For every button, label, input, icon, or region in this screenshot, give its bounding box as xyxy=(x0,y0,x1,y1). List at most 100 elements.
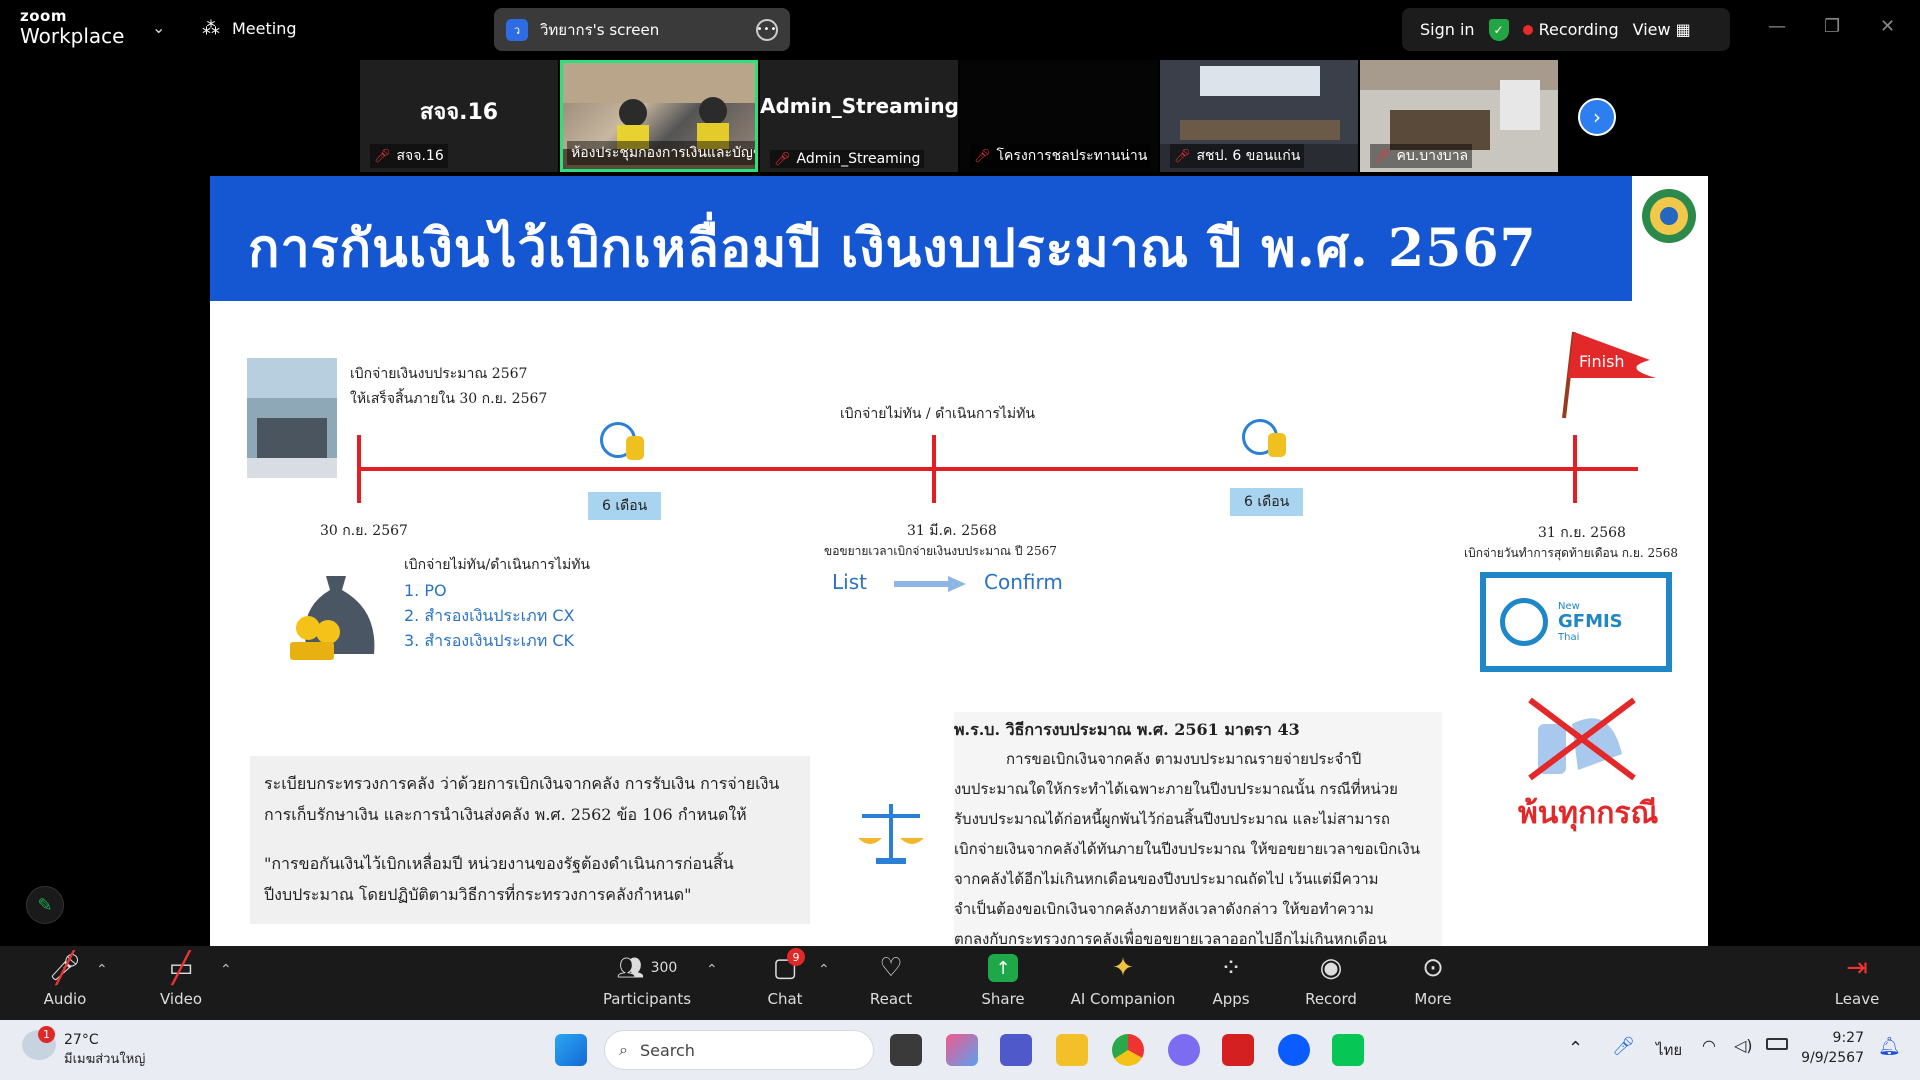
windows-start-icon[interactable] xyxy=(555,1034,587,1066)
finish-label: Finish xyxy=(1579,352,1625,371)
participant-tile[interactable]: 🎤︎ โครงการชลประทานน่าน xyxy=(960,60,1158,172)
logo-small-text: zoom xyxy=(20,7,67,25)
meeting-menu[interactable]: ⁂ Meeting xyxy=(202,18,297,39)
more-label: More xyxy=(1414,990,1452,1008)
participant-tile[interactable]: Admin_Streaming 🎤︎ Admin_Streaming xyxy=(760,60,958,172)
clock-widget[interactable]: 9:27 9/9/2567 xyxy=(1800,1028,1864,1068)
six-months-label: 6 เดือน xyxy=(1230,488,1304,516)
record-button[interactable]: ◉ Record xyxy=(1276,952,1386,1008)
view-button[interactable]: View ▦ xyxy=(1633,20,1691,39)
notification-bell-icon[interactable]: 🔔︎ xyxy=(1878,1036,1901,1057)
participants-count: 300 xyxy=(650,960,678,976)
timeline-subtext: ขอขยายเวลาเบิกจ่ายเงินงบประมาณ ปี 2567 xyxy=(824,544,1057,558)
timeline-date: 31 ก.ย. 2568 xyxy=(1538,525,1626,541)
finish-flag-icon xyxy=(1562,331,1656,419)
list-label: List xyxy=(832,570,867,594)
chevron-down-icon[interactable]: ⌄ xyxy=(152,18,165,37)
audio-options-chevron-icon[interactable]: ⌃ xyxy=(96,962,108,978)
screen-share-icon: ว xyxy=(506,18,528,41)
weather-condition: มีเมฆส่วนใหญ่ xyxy=(64,1052,146,1067)
wifi-icon[interactable]: ◠ xyxy=(1702,1036,1716,1055)
heart-icon: ♡ xyxy=(879,953,903,983)
gfmis-logo: New GFMIS Thai xyxy=(1480,572,1672,672)
zoom-app-icon[interactable] xyxy=(1278,1034,1310,1066)
zoom-logo: zoom Workplace xyxy=(20,7,124,47)
department-emblem-icon xyxy=(1642,189,1696,243)
shield-check-icon[interactable]: ✓ xyxy=(1488,18,1509,41)
recording-indicator[interactable]: Recording xyxy=(1522,20,1619,39)
pass-all-cases-label: พ้นทุกกรณี xyxy=(1518,796,1659,831)
participant-name-tag: 🎤︎ สชป. 6 ขอนแก่น xyxy=(1170,144,1305,168)
next-page-button[interactable]: › xyxy=(1578,98,1616,136)
sign-in-link[interactable]: Sign in xyxy=(1420,20,1475,39)
grid-icon: ▦ xyxy=(1675,20,1691,39)
timeline-tick xyxy=(932,435,936,503)
mic-muted-icon: 🎤︎ xyxy=(974,148,991,164)
file-explorer-icon[interactable] xyxy=(1056,1034,1088,1066)
microphone-icon[interactable]: 🎤︎ xyxy=(1612,1036,1635,1057)
share-label: Share xyxy=(981,990,1025,1008)
participant-tile[interactable]: 🎤︎ คบ.บางบาล xyxy=(1360,60,1558,172)
zoom-top-bar: zoom Workplace ⌄ ⁂ Meeting ว วิทยากร's s… xyxy=(0,0,1920,58)
chevron-up-icon[interactable]: ⌃ xyxy=(1568,1038,1583,1059)
apps-button[interactable]: ⁘ Apps xyxy=(1176,952,1286,1008)
money-bag-icon xyxy=(290,576,375,660)
search-label: Search xyxy=(639,1040,695,1060)
timeline-tick xyxy=(1573,435,1577,503)
react-label: React xyxy=(869,990,913,1008)
regulation-quote: ปีงบประมาณ โดยปฏิบัติตามวิธีการที่กระทรว… xyxy=(264,885,692,904)
chrome-icon[interactable] xyxy=(1112,1034,1144,1066)
participant-tile[interactable]: สจจ.16 🎤︎ สจจ.16 xyxy=(360,60,558,172)
late-label: เบิกจ่ายไม่ทัน / ดำเนินการไม่ทัน xyxy=(840,406,1035,422)
participants-button[interactable]: 👥︎ 300 Participants xyxy=(592,952,702,1009)
regulation-box: ระเบียบกระทรวงการคลัง ว่าด้วยการเบิกเงิน… xyxy=(250,756,810,924)
language-indicator[interactable]: ไทย xyxy=(1656,1038,1682,1062)
weather-widget[interactable]: 27°C มีเมฆส่วนใหญ่ xyxy=(64,1030,145,1070)
participant-name: สจจ.16 xyxy=(396,148,444,164)
budget-note-line: ให้เสร็จสิ้นภายใน 30 ก.ย. 2567 xyxy=(350,391,548,407)
windows-taskbar: 1 27°C มีเมฆส่วนใหญ่ ⌕ Search ⌃ 🎤︎ ไทย ◠… xyxy=(0,1020,1920,1080)
participants-chevron-icon[interactable]: ⌃ xyxy=(706,962,718,978)
coins-icon xyxy=(626,436,644,460)
video-label: Video xyxy=(159,990,203,1008)
participant-tile[interactable]: 🎤︎ สชป. 6 ขอนแก่น xyxy=(1160,60,1358,172)
app-icon[interactable] xyxy=(1168,1034,1200,1066)
ai-companion-button[interactable]: ✦ AI Companion xyxy=(1068,952,1178,1008)
apps-label: Apps xyxy=(1212,990,1250,1008)
regulation-line: ระเบียบกระทรวงการคลัง ว่าด้วยการเบิกเงิน… xyxy=(264,774,780,793)
ai-companion-label: AI Companion xyxy=(1070,990,1176,1008)
mic-muted-icon: 🎤︎ xyxy=(774,151,791,167)
shared-screen-pill[interactable]: ว วิทยากร's screen ••• xyxy=(494,8,790,51)
taskbar-search[interactable]: ⌕ Search xyxy=(604,1030,874,1070)
leave-button[interactable]: ⇥ Leave xyxy=(1802,952,1912,1008)
share-arrow-icon: ↑ xyxy=(988,954,1018,982)
participant-name-tag: 🎤︎ สจจ.16 xyxy=(370,144,448,168)
shield-app-icon[interactable] xyxy=(1222,1034,1254,1066)
participant-tile-active[interactable]: ห้องประชุมกองการเงินและบัญชี xyxy=(560,60,758,172)
volume-icon[interactable]: ◁) xyxy=(1734,1036,1753,1055)
more-button[interactable]: ⊙ More xyxy=(1378,952,1488,1008)
six-months-label: 6 เดือน xyxy=(588,492,662,520)
video-options-chevron-icon[interactable]: ⌃ xyxy=(220,962,232,978)
chat-button[interactable]: ▢ 9 Chat xyxy=(730,948,840,1008)
law-line: จำเป็นต้องขอเบิกเงินจากคลังภายหลังเวลาดั… xyxy=(954,900,1374,918)
audio-button[interactable]: 🎤︎ ╱ Audio xyxy=(10,951,120,1009)
close-icon[interactable]: ✕ xyxy=(1880,16,1895,37)
teams-icon[interactable] xyxy=(1000,1034,1032,1066)
task-view-icon[interactable] xyxy=(890,1034,922,1066)
minimize-icon[interactable]: — xyxy=(1768,16,1786,37)
annotate-pen-icon[interactable]: ✎ xyxy=(26,886,64,924)
line-app-icon[interactable] xyxy=(1332,1034,1364,1066)
restore-icon[interactable]: ❐ xyxy=(1824,16,1840,37)
react-button[interactable]: ♡ React xyxy=(836,952,946,1008)
copilot-icon[interactable] xyxy=(946,1034,978,1066)
timeline-line xyxy=(358,467,1638,471)
video-button[interactable]: ▭ ╱ Video xyxy=(126,951,236,1009)
share-button[interactable]: ↑ Share xyxy=(948,952,1058,1008)
meeting-controls: 🎤︎ ╱ Audio ⌃ ▭ ╱ Video ⌃ 👥︎ 300 Participants ⌃… xyxy=(0,946,1920,1020)
chat-chevron-icon[interactable]: ⌃ xyxy=(818,962,830,978)
more-options-icon[interactable]: ••• xyxy=(756,18,778,41)
participant-name: ห้องประชุมกองการเงินและบัญชี xyxy=(571,145,758,161)
battery-icon[interactable] xyxy=(1766,1038,1788,1050)
law-line: รับงบประมาณได้ก่อหนี้ผูกพันไว้ก่อนสิ้นปี… xyxy=(954,810,1390,828)
